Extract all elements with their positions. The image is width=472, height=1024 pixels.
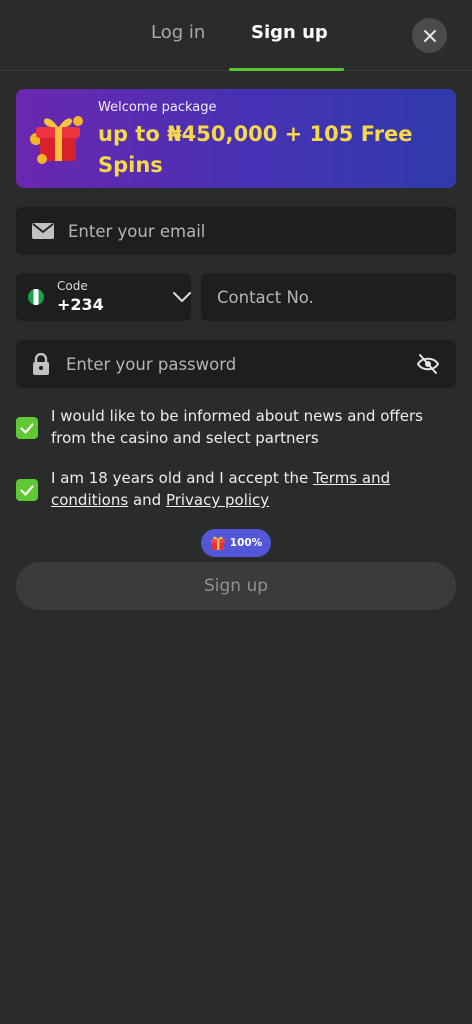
age-terms-mid: and — [128, 491, 166, 509]
check-icon — [20, 422, 34, 434]
country-code-select[interactable]: Code +234 — [16, 273, 191, 321]
eye-off-icon[interactable] — [416, 352, 440, 380]
password-field[interactable] — [16, 340, 456, 388]
code-value: +234 — [57, 295, 104, 314]
news-consent-label: I would like to be informed about news a… — [51, 407, 423, 447]
active-tab-indicator — [229, 68, 344, 71]
contact-number-input[interactable] — [217, 287, 456, 307]
gift-icon — [210, 536, 225, 550]
envelope-icon — [32, 223, 54, 239]
signup-screen: Log in Sign up Welcome package up to ₦45… — [0, 0, 472, 1024]
contact-number-field[interactable] — [201, 273, 456, 321]
signup-button[interactable]: Sign up — [16, 562, 456, 610]
bonus-badge-label: 100% — [229, 537, 263, 549]
email-field[interactable] — [16, 207, 456, 255]
password-input[interactable] — [66, 354, 456, 374]
age-terms-label: I am 18 years old and I accept the Terms… — [51, 467, 446, 511]
check-icon — [20, 484, 34, 496]
tab-login[interactable]: Log in — [151, 22, 205, 43]
gift-icon — [30, 116, 83, 164]
news-consent: I would like to be informed about news a… — [16, 405, 446, 449]
welcome-banner[interactable]: Welcome package up to ₦450,000 + 105 Fre… — [16, 89, 456, 188]
privacy-link[interactable]: Privacy policy — [166, 491, 269, 509]
age-terms-checkbox[interactable] — [16, 479, 38, 501]
close-icon — [423, 29, 436, 42]
bonus-badge: 100% — [201, 529, 271, 557]
age-terms-prefix: I am 18 years old and I accept the — [51, 469, 313, 487]
tab-signup[interactable]: Sign up — [251, 22, 328, 43]
banner-title: up to ₦450,000 + 105 Free Spins — [98, 122, 413, 177]
nigeria-flag-icon — [28, 289, 44, 305]
email-input[interactable] — [68, 221, 456, 241]
lock-icon — [32, 353, 50, 375]
close-button[interactable] — [412, 18, 447, 53]
auth-tabs: Log in Sign up — [0, 0, 472, 71]
news-consent-checkbox[interactable] — [16, 417, 38, 439]
banner-subtitle: Welcome package — [98, 100, 217, 115]
age-terms-consent: I am 18 years old and I accept the Terms… — [16, 467, 446, 511]
chevron-down-icon — [173, 292, 191, 302]
code-label: Code — [57, 279, 88, 293]
